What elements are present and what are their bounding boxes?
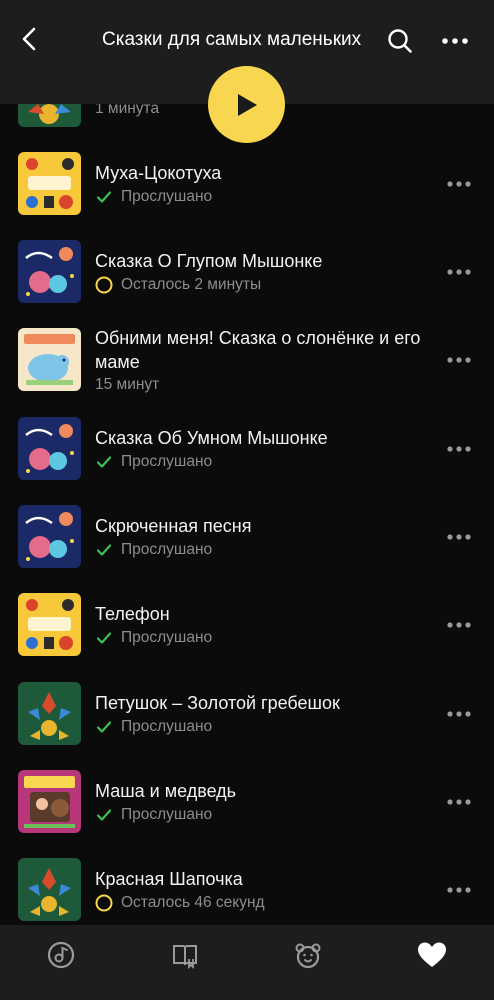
cover-image [18, 152, 81, 215]
item-status: 15 минут [95, 376, 160, 393]
check-icon [95, 453, 113, 471]
item-title: Скрюченная песня [95, 516, 252, 536]
check-icon [95, 188, 113, 206]
list-item[interactable]: Сказка Об Умном Мышонке Прослушано [0, 415, 494, 503]
more-options-icon[interactable] [440, 26, 470, 56]
list-item[interactable]: Скрюченная песня Прослушано [0, 503, 494, 591]
check-icon [95, 541, 113, 559]
back-arrow-icon[interactable] [14, 24, 44, 54]
check-icon [95, 718, 113, 736]
list-item[interactable]: Петушок – Золотой гребешок Прослушано [0, 680, 494, 768]
search-icon[interactable] [385, 26, 415, 56]
item-more-icon[interactable] [444, 439, 474, 459]
cover-image [18, 770, 81, 833]
item-title: Сказка Об Умном Мышонке [95, 428, 328, 448]
heart-tab-icon[interactable] [416, 939, 448, 971]
cover-image [18, 593, 81, 656]
progress-ring-icon [95, 894, 113, 912]
item-status: Осталось 2 минуты [95, 276, 261, 294]
progress-ring-icon [95, 276, 113, 294]
cover-image [18, 417, 81, 480]
item-status: Прослушано [95, 629, 212, 647]
play-icon [237, 93, 257, 116]
cover-image [18, 858, 81, 921]
kids-bear-tab-icon[interactable] [292, 939, 324, 971]
item-more-icon[interactable] [444, 350, 474, 370]
item-status: Прослушано [95, 188, 212, 206]
page-title: Сказки для самых маленьких [102, 29, 362, 50]
check-icon [95, 629, 113, 647]
item-status: Осталось 46 секунд [95, 894, 265, 912]
item-more-icon[interactable] [444, 704, 474, 724]
cover-image [18, 505, 81, 568]
item-more-icon[interactable] [444, 527, 474, 547]
item-title: Маша и медведь [95, 781, 237, 801]
play-button[interactable] [208, 66, 285, 143]
check-icon [95, 806, 113, 824]
item-title: Сказка О Глупом Мышонке [95, 251, 323, 271]
books-tab-icon[interactable] [169, 939, 201, 971]
item-status: Прослушано [95, 806, 212, 824]
item-title: Петушок – Золотой гребешок [95, 693, 340, 713]
cover-image [18, 328, 81, 391]
item-title: Телефон [95, 604, 170, 624]
list-item[interactable]: Телефон Прослушано [0, 591, 494, 679]
music-tab-icon[interactable] [45, 939, 77, 971]
item-more-icon[interactable] [444, 174, 474, 194]
list-item[interactable]: Муха-Цокотуха Прослушано [0, 150, 494, 238]
bottom-tab-bar [0, 925, 494, 1000]
item-status: Прослушано [95, 718, 212, 736]
item-more-icon[interactable] [444, 880, 474, 900]
item-more-icon[interactable] [444, 262, 474, 282]
item-title: Обними меня! Сказка о слонёнке и его мам… [95, 328, 421, 372]
item-title: Муха-Цокотуха [95, 163, 222, 183]
list-item[interactable]: Обними меня! Сказка о слонёнке и его мам… [0, 326, 494, 414]
item-status: Прослушано [95, 541, 212, 559]
list-item[interactable]: Сказка О Глупом Мышонке Осталось 2 минут… [0, 238, 494, 326]
item-status: Прослушано [95, 453, 212, 471]
list-item[interactable]: Красная Шапочка Осталось 46 секунд [0, 856, 494, 925]
item-more-icon[interactable] [444, 792, 474, 812]
cover-image [18, 682, 81, 745]
cover-image [18, 240, 81, 303]
item-more-icon[interactable] [444, 615, 474, 635]
list-item[interactable]: Маша и медведь Прослушано [0, 768, 494, 856]
item-title: Красная Шапочка [95, 869, 243, 889]
